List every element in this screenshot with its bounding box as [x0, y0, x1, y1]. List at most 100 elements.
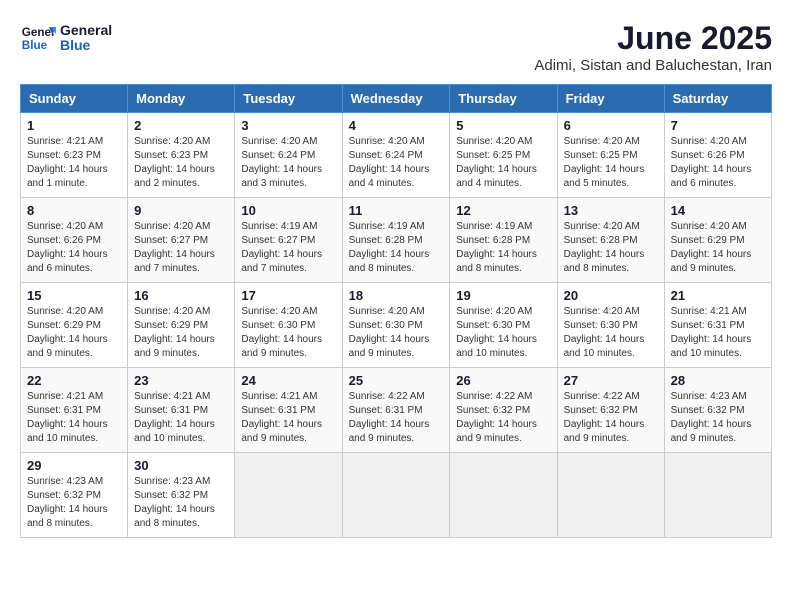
- day-number: 16: [134, 288, 228, 303]
- header: General Blue General Blue June 2025 Adim…: [20, 20, 772, 74]
- calendar-cell: 15 Sunrise: 4:20 AM Sunset: 6:29 PM Dayli…: [21, 283, 128, 368]
- svg-text:Blue: Blue: [22, 39, 48, 52]
- calendar-cell: 8 Sunrise: 4:20 AM Sunset: 6:26 PM Daylig…: [21, 198, 128, 283]
- day-info: Sunrise: 4:21 AM Sunset: 6:31 PM Dayligh…: [27, 390, 121, 446]
- day-number: 22: [27, 373, 121, 388]
- day-number: 25: [349, 373, 444, 388]
- calendar-cell: 13Sunrise: 4:20 AM Sunset: 6:28 PM Dayli…: [557, 198, 664, 283]
- day-header-thursday: Thursday: [450, 85, 557, 113]
- day-number: 3: [241, 118, 335, 133]
- calendar-cell: 25 Sunrise: 4:22 AM Sunset: 6:31 PM Dayli…: [342, 368, 450, 453]
- day-info: Sunrise: 4:20 AM Sunset: 6:30 PM Dayligh…: [241, 305, 335, 361]
- day-number: 19: [456, 288, 550, 303]
- day-info: Sunrise: 4:23 AM Sunset: 6:32 PM Dayligh…: [27, 475, 121, 531]
- day-number: 26: [456, 373, 550, 388]
- day-number: 10: [241, 203, 335, 218]
- day-info: Sunrise: 4:20 AM Sunset: 6:24 PM Dayligh…: [349, 135, 444, 191]
- calendar-cell: 19 Sunrise: 4:20 AM Sunset: 6:30 PM Dayli…: [450, 283, 557, 368]
- calendar-cell: 5 Sunrise: 4:20 AM Sunset: 6:25 PM Daylig…: [450, 113, 557, 198]
- calendar-cell: 10 Sunrise: 4:19 AM Sunset: 6:27 PM Dayli…: [235, 198, 342, 283]
- calendar-cell: 6Sunrise: 4:20 AM Sunset: 6:25 PM Daylig…: [557, 113, 664, 198]
- logo: General Blue General Blue: [20, 20, 112, 56]
- calendar: SundayMondayTuesdayWednesdayThursdayFrid…: [20, 84, 772, 538]
- day-number: 8: [27, 203, 121, 218]
- day-info: Sunrise: 4:22 AM Sunset: 6:31 PM Dayligh…: [349, 390, 444, 446]
- day-info: Sunrise: 4:20 AM Sunset: 6:29 PM Dayligh…: [27, 305, 121, 361]
- day-number: 14: [671, 203, 765, 218]
- calendar-week-3: 15 Sunrise: 4:20 AM Sunset: 6:29 PM Dayli…: [21, 283, 772, 368]
- calendar-body: 1Sunrise: 4:21 AM Sunset: 6:23 PM Daylig…: [21, 113, 772, 538]
- month-title: June 2025: [534, 20, 772, 57]
- day-info: Sunrise: 4:19 AM Sunset: 6:27 PM Dayligh…: [241, 220, 335, 276]
- day-header-monday: Monday: [128, 85, 235, 113]
- day-info: Sunrise: 4:20 AM Sunset: 6:28 PM Dayligh…: [564, 220, 658, 276]
- calendar-cell: 18 Sunrise: 4:20 AM Sunset: 6:30 PM Dayli…: [342, 283, 450, 368]
- calendar-cell: 22 Sunrise: 4:21 AM Sunset: 6:31 PM Dayli…: [21, 368, 128, 453]
- calendar-cell: [557, 453, 664, 538]
- day-number: 6: [564, 118, 658, 133]
- calendar-cell: 17Sunrise: 4:20 AM Sunset: 6:30 PM Dayli…: [235, 283, 342, 368]
- calendar-cell: [342, 453, 450, 538]
- day-number: 23: [134, 373, 228, 388]
- day-info: Sunrise: 4:21 AM Sunset: 6:31 PM Dayligh…: [134, 390, 228, 446]
- calendar-cell: 7Sunrise: 4:20 AM Sunset: 6:26 PM Daylig…: [664, 113, 771, 198]
- day-number: 27: [564, 373, 658, 388]
- day-info: Sunrise: 4:23 AM Sunset: 6:32 PM Dayligh…: [134, 475, 228, 531]
- day-header-wednesday: Wednesday: [342, 85, 450, 113]
- calendar-cell: [235, 453, 342, 538]
- day-header-sunday: Sunday: [21, 85, 128, 113]
- day-info: Sunrise: 4:20 AM Sunset: 6:29 PM Dayligh…: [134, 305, 228, 361]
- day-info: Sunrise: 4:22 AM Sunset: 6:32 PM Dayligh…: [564, 390, 658, 446]
- calendar-cell: 2Sunrise: 4:20 AM Sunset: 6:23 PM Daylig…: [128, 113, 235, 198]
- day-info: Sunrise: 4:20 AM Sunset: 6:30 PM Dayligh…: [456, 305, 550, 361]
- calendar-cell: 26 Sunrise: 4:22 AM Sunset: 6:32 PM Dayli…: [450, 368, 557, 453]
- calendar-cell: 29Sunrise: 4:23 AM Sunset: 6:32 PM Dayli…: [21, 453, 128, 538]
- day-header-tuesday: Tuesday: [235, 85, 342, 113]
- day-number: 5: [456, 118, 550, 133]
- logo-icon: General Blue: [20, 20, 56, 56]
- calendar-cell: 28Sunrise: 4:23 AM Sunset: 6:32 PM Dayli…: [664, 368, 771, 453]
- day-number: 28: [671, 373, 765, 388]
- day-number: 20: [564, 288, 658, 303]
- logo-blue: Blue: [60, 38, 112, 53]
- day-header-friday: Friday: [557, 85, 664, 113]
- day-number: 4: [349, 118, 444, 133]
- day-info: Sunrise: 4:20 AM Sunset: 6:30 PM Dayligh…: [564, 305, 658, 361]
- calendar-week-1: 1Sunrise: 4:21 AM Sunset: 6:23 PM Daylig…: [21, 113, 772, 198]
- calendar-week-4: 22 Sunrise: 4:21 AM Sunset: 6:31 PM Dayli…: [21, 368, 772, 453]
- day-info: Sunrise: 4:20 AM Sunset: 6:30 PM Dayligh…: [349, 305, 444, 361]
- calendar-cell: 27 Sunrise: 4:22 AM Sunset: 6:32 PM Dayli…: [557, 368, 664, 453]
- day-number: 18: [349, 288, 444, 303]
- day-info: Sunrise: 4:20 AM Sunset: 6:26 PM Dayligh…: [27, 220, 121, 276]
- calendar-cell: 16 Sunrise: 4:20 AM Sunset: 6:29 PM Dayli…: [128, 283, 235, 368]
- day-info: Sunrise: 4:19 AM Sunset: 6:28 PM Dayligh…: [349, 220, 444, 276]
- calendar-cell: 24Sunrise: 4:21 AM Sunset: 6:31 PM Dayli…: [235, 368, 342, 453]
- calendar-cell: 4 Sunrise: 4:20 AM Sunset: 6:24 PM Daylig…: [342, 113, 450, 198]
- title-area: June 2025 Adimi, Sistan and Baluchestan,…: [534, 20, 772, 74]
- day-info: Sunrise: 4:21 AM Sunset: 6:31 PM Dayligh…: [241, 390, 335, 446]
- logo-general: General: [60, 23, 112, 38]
- calendar-cell: 30Sunrise: 4:23 AM Sunset: 6:32 PM Dayli…: [128, 453, 235, 538]
- day-info: Sunrise: 4:20 AM Sunset: 6:26 PM Dayligh…: [671, 135, 765, 191]
- calendar-cell: 20 Sunrise: 4:20 AM Sunset: 6:30 PM Dayli…: [557, 283, 664, 368]
- calendar-cell: 1Sunrise: 4:21 AM Sunset: 6:23 PM Daylig…: [21, 113, 128, 198]
- day-info: Sunrise: 4:21 AM Sunset: 6:31 PM Dayligh…: [671, 305, 765, 361]
- calendar-week-5: 29Sunrise: 4:23 AM Sunset: 6:32 PM Dayli…: [21, 453, 772, 538]
- day-number: 9: [134, 203, 228, 218]
- calendar-cell: 14Sunrise: 4:20 AM Sunset: 6:29 PM Dayli…: [664, 198, 771, 283]
- calendar-week-2: 8 Sunrise: 4:20 AM Sunset: 6:26 PM Daylig…: [21, 198, 772, 283]
- calendar-cell: 23 Sunrise: 4:21 AM Sunset: 6:31 PM Dayli…: [128, 368, 235, 453]
- day-number: 15: [27, 288, 121, 303]
- day-number: 1: [27, 118, 121, 133]
- day-info: Sunrise: 4:19 AM Sunset: 6:28 PM Dayligh…: [456, 220, 550, 276]
- calendar-cell: 12 Sunrise: 4:19 AM Sunset: 6:28 PM Dayli…: [450, 198, 557, 283]
- day-number: 11: [349, 203, 444, 218]
- day-info: Sunrise: 4:20 AM Sunset: 6:24 PM Dayligh…: [241, 135, 335, 191]
- day-info: Sunrise: 4:22 AM Sunset: 6:32 PM Dayligh…: [456, 390, 550, 446]
- location-subtitle: Adimi, Sistan and Baluchestan, Iran: [534, 57, 772, 74]
- calendar-cell: 11 Sunrise: 4:19 AM Sunset: 6:28 PM Dayli…: [342, 198, 450, 283]
- calendar-header-row: SundayMondayTuesdayWednesdayThursdayFrid…: [21, 85, 772, 113]
- day-number: 21: [671, 288, 765, 303]
- day-number: 12: [456, 203, 550, 218]
- day-info: Sunrise: 4:20 AM Sunset: 6:25 PM Dayligh…: [456, 135, 550, 191]
